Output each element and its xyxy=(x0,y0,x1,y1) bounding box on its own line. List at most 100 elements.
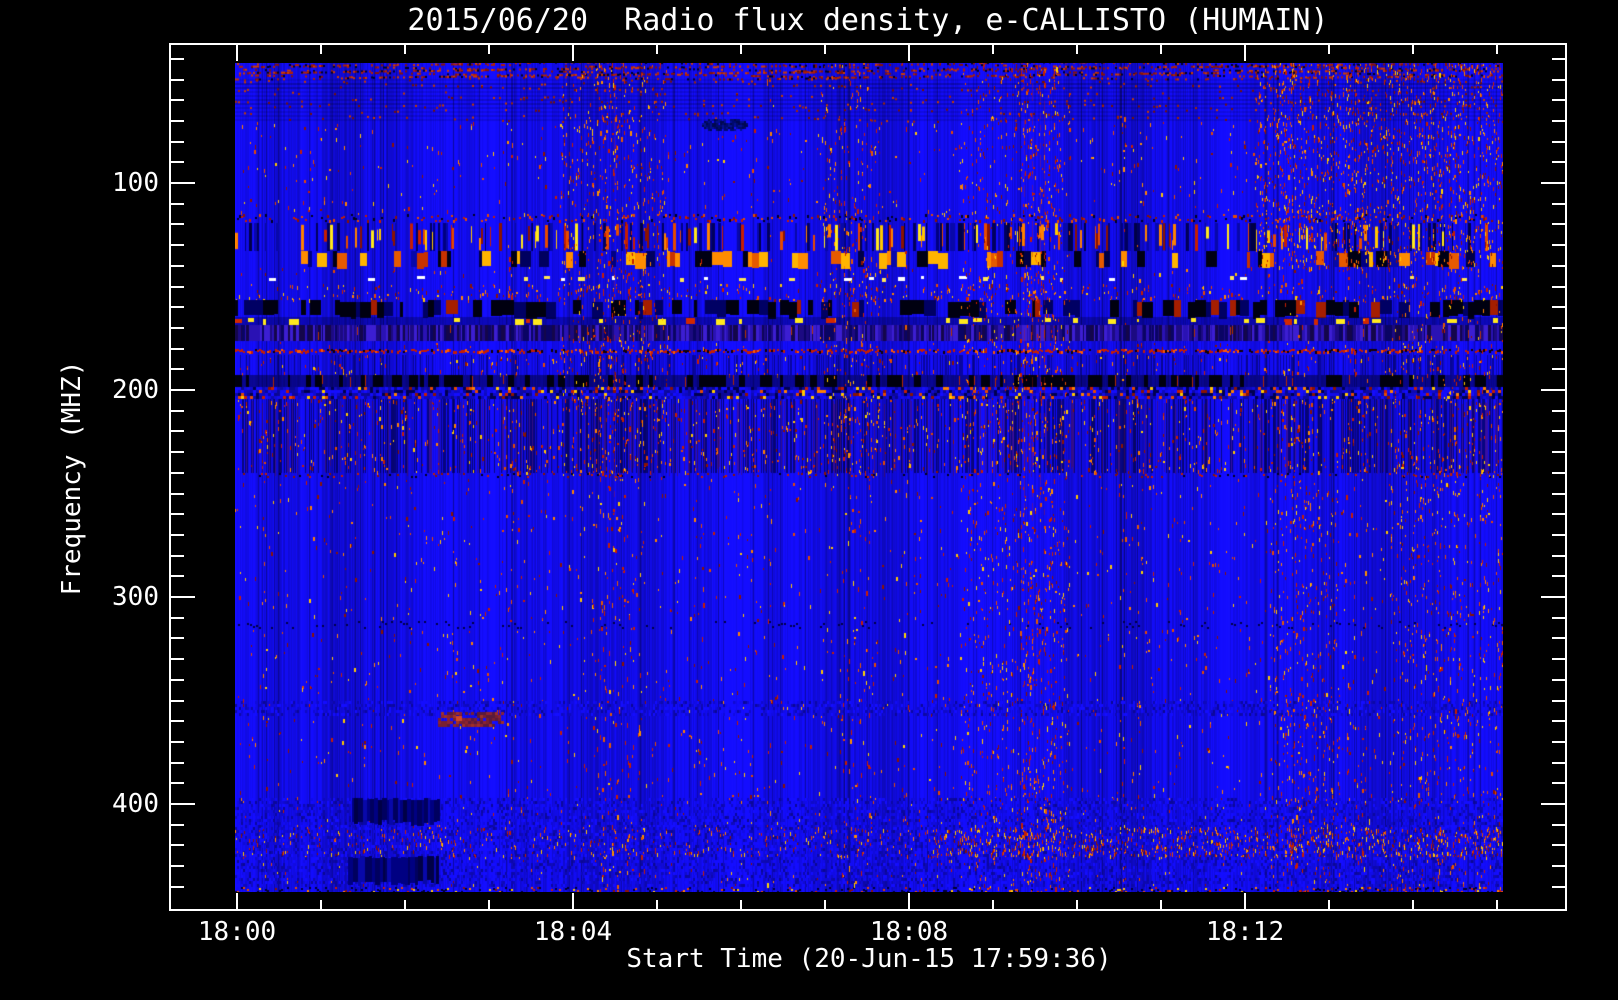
x-tick xyxy=(992,900,994,909)
y-tick-right xyxy=(1541,389,1565,391)
y-tick xyxy=(171,140,184,143)
y-tick xyxy=(171,803,195,805)
y-tick-right xyxy=(1552,616,1565,619)
y-tick xyxy=(171,244,184,247)
x-tick xyxy=(1328,900,1330,909)
x-tick-top xyxy=(824,45,826,54)
y-tick-right xyxy=(1552,119,1565,122)
y-tick xyxy=(171,782,184,785)
y-tick xyxy=(171,202,184,205)
y-tick-right xyxy=(1541,182,1565,184)
x-tick-top xyxy=(320,45,322,54)
x-tick xyxy=(1496,900,1498,909)
y-tick-label: 200 xyxy=(112,375,159,405)
x-tick-top xyxy=(1244,45,1246,61)
y-tick xyxy=(171,637,184,640)
y-tick xyxy=(171,389,195,391)
y-tick-right xyxy=(1552,761,1565,764)
y-tick xyxy=(171,761,184,764)
y-tick-right xyxy=(1552,78,1565,81)
x-tick-label: 18:04 xyxy=(533,917,613,947)
y-tick-right xyxy=(1552,513,1565,516)
y-tick-right xyxy=(1552,285,1565,288)
y-tick-right xyxy=(1552,740,1565,743)
x-tick-top xyxy=(236,45,238,61)
y-tick xyxy=(171,616,184,619)
y-tick-right xyxy=(1541,596,1565,598)
y-tick xyxy=(171,326,184,329)
y-tick xyxy=(171,865,184,868)
y-tick-right xyxy=(1552,637,1565,640)
y-tick xyxy=(171,264,184,267)
y-tick-right xyxy=(1552,823,1565,826)
x-tick xyxy=(824,900,826,909)
y-tick xyxy=(171,306,184,309)
x-tick-label: 18:08 xyxy=(869,917,949,947)
x-tick-top xyxy=(488,45,490,54)
y-tick-right xyxy=(1552,57,1565,60)
y-tick-right xyxy=(1552,140,1565,143)
y-tick xyxy=(171,451,184,454)
x-axis-title: Start Time (20-Jun-15 17:59:36) xyxy=(626,944,1112,974)
y-tick xyxy=(171,740,184,743)
x-tick-top xyxy=(1160,45,1162,54)
y-tick xyxy=(171,596,195,598)
x-tick-top xyxy=(656,45,658,54)
y-tick-right xyxy=(1552,202,1565,205)
y-tick xyxy=(171,57,184,60)
y-tick xyxy=(171,78,184,81)
y-tick xyxy=(171,513,184,516)
y-tick-right xyxy=(1552,575,1565,578)
x-tick xyxy=(404,900,406,909)
y-tick-right xyxy=(1552,161,1565,164)
x-tick xyxy=(740,900,742,909)
y-tick xyxy=(171,554,184,557)
y-tick xyxy=(171,575,184,578)
y-tick xyxy=(171,182,195,184)
y-tick-label: 300 xyxy=(112,582,159,612)
y-tick-right xyxy=(1552,699,1565,702)
y-tick xyxy=(171,161,184,164)
x-tick xyxy=(1076,900,1078,909)
y-tick-right xyxy=(1552,451,1565,454)
y-tick xyxy=(171,409,184,412)
y-tick-right xyxy=(1552,409,1565,412)
y-tick-right xyxy=(1552,430,1565,433)
y-tick xyxy=(171,492,184,495)
y-tick-right xyxy=(1552,844,1565,847)
x-tick-top xyxy=(1412,45,1414,54)
y-tick xyxy=(171,368,184,371)
y-tick-right xyxy=(1552,368,1565,371)
y-tick-right xyxy=(1552,492,1565,495)
y-tick-right xyxy=(1552,533,1565,536)
y-tick-right xyxy=(1541,803,1565,805)
y-tick-right xyxy=(1552,306,1565,309)
spectrogram-canvas xyxy=(235,63,1503,892)
x-tick xyxy=(572,893,574,909)
y-tick-label: 100 xyxy=(112,168,159,198)
x-tick xyxy=(908,893,910,909)
y-tick xyxy=(171,844,184,847)
x-tick-top xyxy=(1328,45,1330,54)
x-tick-label: 18:12 xyxy=(1205,917,1285,947)
y-tick-right xyxy=(1552,99,1565,102)
y-tick xyxy=(171,223,184,226)
x-tick-top xyxy=(1076,45,1078,54)
y-tick xyxy=(171,658,184,661)
y-tick xyxy=(171,720,184,723)
page-background: { "header": { "title": "2015/06/20 Radio… xyxy=(0,0,1618,1000)
y-tick-right xyxy=(1552,244,1565,247)
y-tick xyxy=(171,347,184,350)
y-tick-right xyxy=(1552,347,1565,350)
y-tick-right xyxy=(1552,326,1565,329)
y-tick xyxy=(171,285,184,288)
x-tick-top xyxy=(740,45,742,54)
y-tick xyxy=(171,430,184,433)
x-tick-label: 18:00 xyxy=(197,917,277,947)
y-tick-right xyxy=(1552,658,1565,661)
y-tick xyxy=(171,99,184,102)
y-tick-right xyxy=(1552,782,1565,785)
x-tick xyxy=(1160,900,1162,909)
x-tick-top xyxy=(992,45,994,54)
y-tick xyxy=(171,885,184,888)
